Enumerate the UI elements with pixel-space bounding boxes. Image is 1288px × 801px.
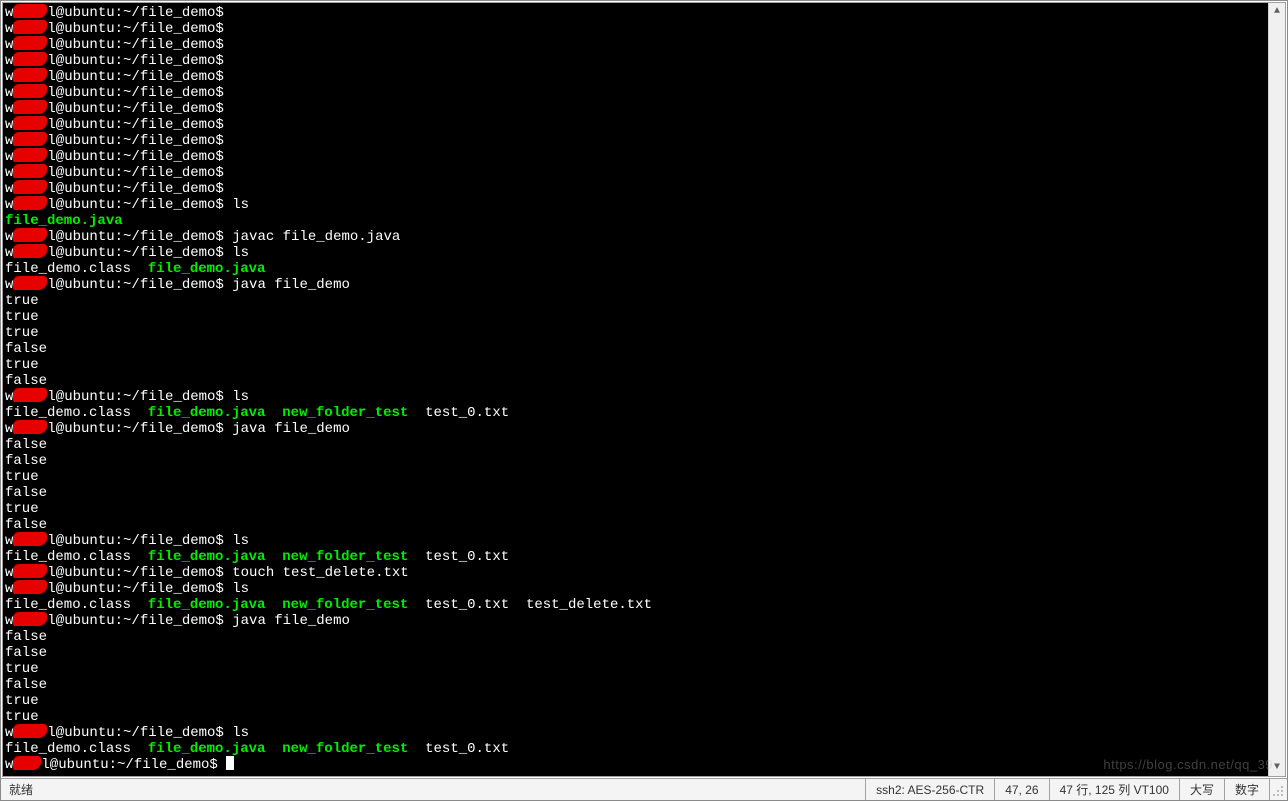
status-ready: 就绪: [1, 781, 865, 798]
prompt: wl@ubuntu:~/file_demo$: [5, 21, 224, 37]
prompt: wl@ubuntu:~/file_demo$: [5, 421, 224, 437]
prompt: wl@ubuntu:~/file_demo$: [5, 165, 224, 181]
command: java file_demo: [232, 421, 350, 437]
prompt: wl@ubuntu:~/file_demo$: [5, 53, 224, 69]
prompt: wl@ubuntu:~/file_demo$: [5, 245, 224, 261]
cursor: [226, 756, 234, 770]
command: ls: [232, 581, 249, 597]
prompt: wl@ubuntu:~/file_demo$: [5, 117, 224, 133]
prompt: wl@ubuntu:~/file_demo$: [5, 149, 224, 165]
command: java file_demo: [232, 277, 350, 293]
bool-output: true: [5, 709, 1264, 725]
prompt: wl@ubuntu:~/file_demo$: [5, 757, 218, 773]
file-executable: file_demo.java: [5, 213, 123, 229]
prompt: wl@ubuntu:~/file_demo$: [5, 277, 224, 293]
bool-output: false: [5, 517, 1264, 533]
file-executable: new_folder_test: [282, 405, 408, 421]
file-executable: file_demo.java: [148, 405, 266, 421]
file-plain: test_0.txt: [425, 741, 509, 757]
scroll-up-arrow[interactable]: ▲: [1269, 3, 1286, 20]
terminal-wrap: wl@ubuntu:~/file_demo$ wl@ubuntu:~/file_…: [2, 2, 1286, 777]
scroll-down-arrow[interactable]: ▼: [1269, 759, 1286, 776]
command: ls: [232, 245, 249, 261]
file-plain: test_0.txt: [425, 597, 509, 613]
prompt: wl@ubuntu:~/file_demo$: [5, 101, 224, 117]
bool-output: false: [5, 645, 1264, 661]
file-executable: file_demo.java: [148, 549, 266, 565]
file-plain: test_delete.txt: [526, 597, 652, 613]
bool-output: true: [5, 293, 1264, 309]
prompt: wl@ubuntu:~/file_demo$: [5, 5, 224, 21]
file-plain: file_demo.class: [5, 405, 131, 421]
bool-output: true: [5, 325, 1264, 341]
bool-output: false: [5, 677, 1264, 693]
file-plain: file_demo.class: [5, 597, 131, 613]
bool-output: true: [5, 661, 1264, 677]
file-plain: file_demo.class: [5, 261, 131, 277]
file-executable: new_folder_test: [282, 741, 408, 757]
command: ls: [232, 725, 249, 741]
prompt: wl@ubuntu:~/file_demo$: [5, 565, 224, 581]
prompt: wl@ubuntu:~/file_demo$: [5, 85, 224, 101]
prompt: wl@ubuntu:~/file_demo$: [5, 37, 224, 53]
prompt: wl@ubuntu:~/file_demo$: [5, 181, 224, 197]
file-executable: file_demo.java: [148, 597, 266, 613]
resize-grip[interactable]: [1269, 779, 1287, 800]
status-bar: 就绪 ssh2: AES-256-CTR 47, 26 47 行, 125 列 …: [1, 778, 1287, 800]
bool-output: true: [5, 469, 1264, 485]
prompt: wl@ubuntu:~/file_demo$: [5, 133, 224, 149]
bool-output: false: [5, 629, 1264, 645]
prompt: wl@ubuntu:~/file_demo$: [5, 197, 224, 213]
file-plain: test_0.txt: [425, 405, 509, 421]
prompt: wl@ubuntu:~/file_demo$: [5, 389, 224, 405]
status-cursor-position: 47, 26: [994, 779, 1048, 800]
bool-output: true: [5, 309, 1264, 325]
file-executable: file_demo.java: [148, 741, 266, 757]
status-capslock: 大写: [1179, 779, 1224, 800]
status-numlock: 数字: [1224, 779, 1269, 800]
status-size: 47 行, 125 列 VT100: [1049, 779, 1179, 800]
bool-output: true: [5, 357, 1264, 373]
file-plain: test_0.txt: [425, 549, 509, 565]
prompt: wl@ubuntu:~/file_demo$: [5, 581, 224, 597]
bool-output: false: [5, 453, 1264, 469]
file-executable: file_demo.java: [148, 261, 266, 277]
file-executable: new_folder_test: [282, 597, 408, 613]
bool-output: false: [5, 485, 1264, 501]
vertical-scrollbar[interactable]: ▲ ▼: [1268, 3, 1285, 776]
status-connection: ssh2: AES-256-CTR: [865, 779, 994, 800]
command: ls: [232, 197, 249, 213]
file-plain: file_demo.class: [5, 741, 131, 757]
prompt: wl@ubuntu:~/file_demo$: [5, 613, 224, 629]
command: javac file_demo.java: [232, 229, 400, 245]
prompt: wl@ubuntu:~/file_demo$: [5, 229, 224, 245]
bool-output: false: [5, 341, 1264, 357]
bool-output: false: [5, 437, 1264, 453]
file-plain: file_demo.class: [5, 549, 131, 565]
prompt: wl@ubuntu:~/file_demo$: [5, 69, 224, 85]
terminal-output[interactable]: wl@ubuntu:~/file_demo$ wl@ubuntu:~/file_…: [3, 3, 1268, 776]
file-executable: new_folder_test: [282, 549, 408, 565]
prompt: wl@ubuntu:~/file_demo$: [5, 533, 224, 549]
prompt: wl@ubuntu:~/file_demo$: [5, 725, 224, 741]
command: java file_demo: [232, 613, 350, 629]
bool-output: false: [5, 373, 1264, 389]
command: ls: [232, 533, 249, 549]
bool-output: true: [5, 501, 1264, 517]
command: touch test_delete.txt: [232, 565, 408, 581]
bool-output: true: [5, 693, 1264, 709]
command: ls: [232, 389, 249, 405]
terminal-window: wl@ubuntu:~/file_demo$ wl@ubuntu:~/file_…: [0, 0, 1288, 801]
